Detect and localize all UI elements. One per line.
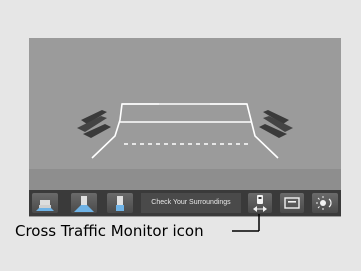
figure-panel: Check Your Surroundings Cross Traffic Mo… bbox=[0, 0, 361, 271]
cross-traffic-monitor-callout: Cross Traffic Monitor icon bbox=[15, 222, 204, 240]
